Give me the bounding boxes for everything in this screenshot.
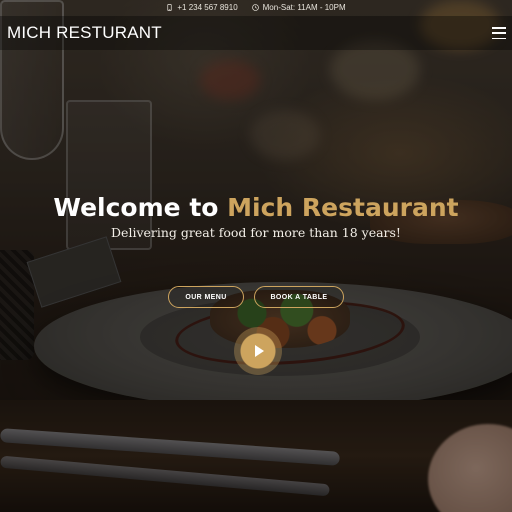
book-a-table-button[interactable]: BOOK A TABLE bbox=[254, 286, 344, 308]
hero-title: Welcome to Mich Restaurant bbox=[0, 192, 512, 223]
hero-title-accent: Mich Restaurant bbox=[227, 193, 459, 222]
site-header: MICH RESTURANT bbox=[0, 16, 512, 50]
top-info-bar: +1 234 567 8910 Mon-Sat: 11AM - 10PM bbox=[0, 0, 512, 14]
clock-icon bbox=[251, 3, 259, 11]
play-icon bbox=[255, 345, 264, 357]
phone-info[interactable]: +1 234 567 8910 bbox=[166, 2, 238, 12]
phone-icon bbox=[167, 3, 172, 11]
hero-background-photo bbox=[0, 0, 512, 512]
hero-section: Welcome to Mich Restaurant Delivering gr… bbox=[0, 192, 512, 240]
phone-number: +1 234 567 8910 bbox=[177, 2, 238, 12]
hamburger-menu-icon[interactable] bbox=[492, 27, 506, 39]
hero-buttons: OUR MENU BOOK A TABLE bbox=[0, 286, 512, 308]
play-video-button[interactable] bbox=[234, 327, 282, 375]
opening-hours: Mon-Sat: 11AM - 10PM bbox=[262, 2, 346, 12]
hero-subtitle: Delivering great food for more than 18 y… bbox=[111, 225, 401, 240]
hours-info: Mon-Sat: 11AM - 10PM bbox=[251, 2, 346, 12]
our-menu-button[interactable]: OUR MENU bbox=[168, 286, 244, 308]
hero-title-prefix: Welcome to bbox=[53, 193, 228, 222]
site-logo[interactable]: MICH RESTURANT bbox=[7, 23, 162, 43]
